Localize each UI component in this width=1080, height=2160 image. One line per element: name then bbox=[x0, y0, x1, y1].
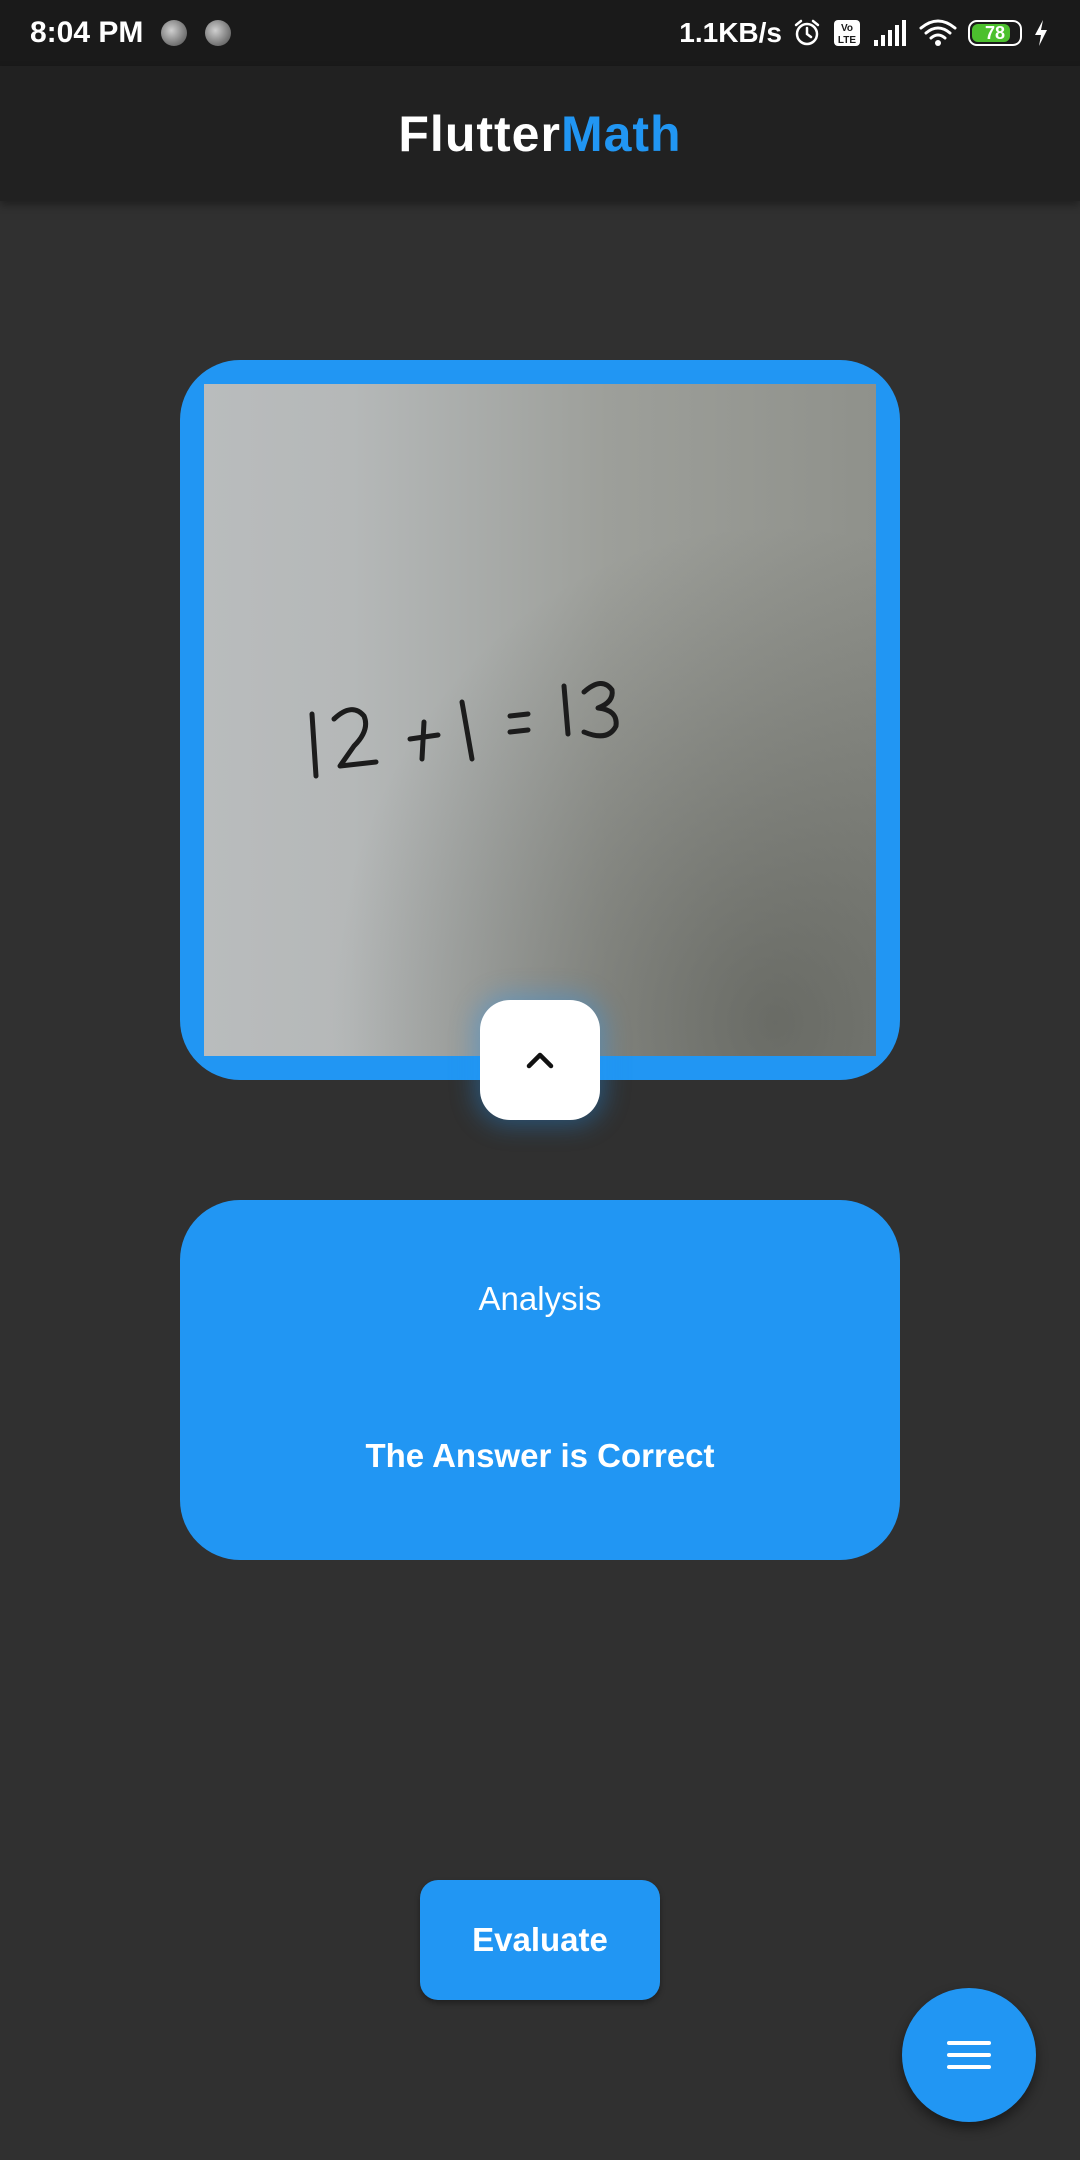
chevron-up-icon bbox=[526, 1052, 554, 1069]
app-title-flutter: Flutter bbox=[398, 105, 561, 162]
analysis-title: Analysis bbox=[478, 1280, 602, 1317]
battery-level: 78 bbox=[984, 22, 1006, 43]
charging-icon bbox=[1035, 20, 1047, 46]
handwritten-equation bbox=[309, 681, 619, 779]
wifi-icon bbox=[919, 19, 957, 46]
app-title-math: Math bbox=[560, 105, 682, 162]
captured-photo bbox=[204, 384, 876, 1056]
alarm-icon bbox=[794, 19, 820, 46]
status-time: 8:04 PM bbox=[30, 16, 144, 49]
status-bar: 8:04 PM 1.1KB/s Vo LTE 78 bbox=[0, 0, 1080, 66]
signal-icon bbox=[874, 20, 906, 46]
battery-icon: 78 bbox=[968, 20, 1022, 46]
menu-button[interactable] bbox=[902, 1988, 1036, 2122]
expand-button[interactable] bbox=[480, 1000, 600, 1120]
analysis-result: The Answer is Correct bbox=[365, 1437, 715, 1474]
analysis-card: Analysis The Answer is Correct bbox=[180, 1200, 900, 1560]
network-speed: 1.1KB/s bbox=[679, 17, 782, 48]
app-bar: FlutterMath bbox=[0, 66, 1080, 201]
captured-image-card bbox=[180, 360, 900, 1080]
app-title: FlutterMath bbox=[398, 105, 681, 163]
evaluate-button[interactable]: Evaluate bbox=[420, 1880, 660, 2000]
notification-icon bbox=[161, 20, 188, 46]
volte-icon: Vo LTE bbox=[834, 20, 860, 46]
menu-icon bbox=[947, 2041, 991, 2069]
svg-text:LTE: LTE bbox=[838, 35, 856, 46]
svg-text:Vo: Vo bbox=[841, 23, 853, 34]
notification-icon bbox=[205, 20, 232, 46]
